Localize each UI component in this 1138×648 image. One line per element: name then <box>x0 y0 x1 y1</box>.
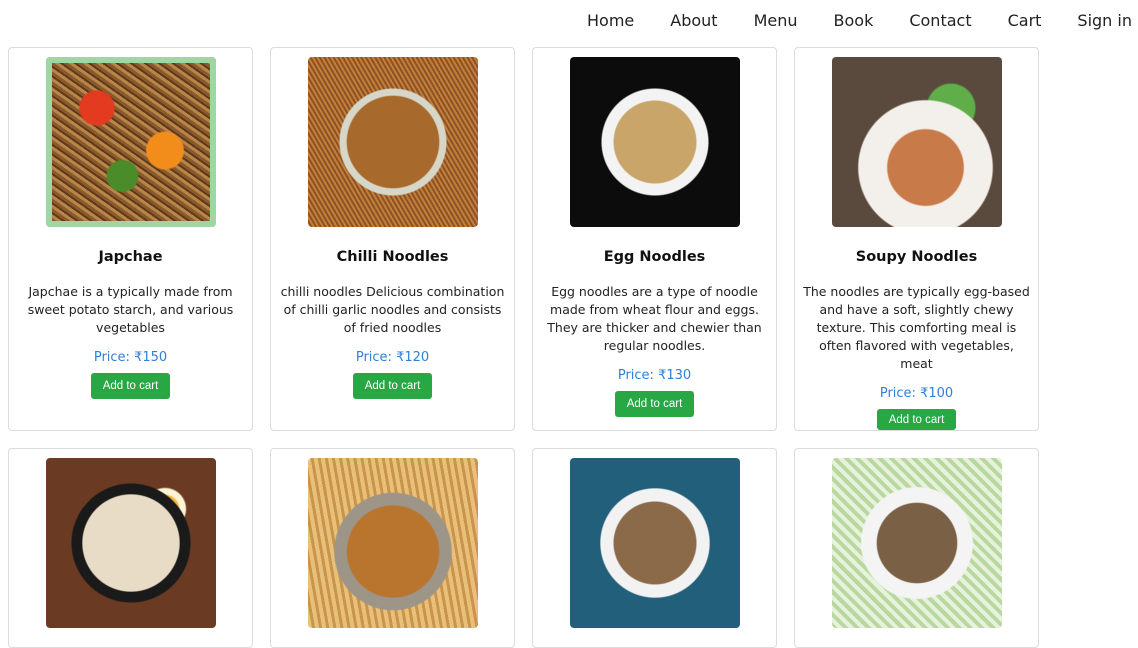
add-to-cart-button[interactable]: Add to cart <box>876 409 957 430</box>
nav-home-link[interactable]: Home <box>569 0 652 42</box>
product-description: Egg noodles are a type of noodle made fr… <box>547 284 762 353</box>
product-card <box>794 448 1039 648</box>
product-price: Price: ₹130 <box>617 368 692 383</box>
product-image-soupy-noodles <box>831 57 1002 227</box>
add-to-cart-button[interactable]: Add to cart <box>352 373 433 399</box>
product-description: Japchae is a typically made from sweet p… <box>27 284 234 335</box>
product-card-chilli-noodles: Chilli Noodles chilli noodles Delicious … <box>270 47 515 431</box>
product-card <box>8 448 253 648</box>
nav-cart-link[interactable]: Cart <box>990 0 1060 42</box>
product-title: Japchae <box>98 249 163 265</box>
product-image <box>831 458 1002 628</box>
product-image <box>45 458 216 628</box>
product-card-soupy-noodles: Soupy Noodles The noodles are typically … <box>794 47 1039 431</box>
add-to-cart-button[interactable]: Add to cart <box>614 391 695 417</box>
product-price: Price: ₹100 <box>879 386 954 401</box>
nav-signin-link[interactable]: Sign in <box>1059 0 1138 42</box>
product-image <box>307 458 478 628</box>
product-description: The noodles are typically egg-based and … <box>803 284 1030 371</box>
product-title: Chilli Noodles <box>336 249 449 265</box>
nav-menu-link[interactable]: Menu <box>736 0 816 42</box>
product-grid: Japchae Japchae is a typically made from… <box>8 47 1039 648</box>
product-image-japchae <box>45 57 216 227</box>
product-description: chilli noodles Delicious combination of … <box>280 284 505 335</box>
nav-about-link[interactable]: About <box>652 0 735 42</box>
top-nav: Home About Menu Book Contact Cart Sign i… <box>569 0 1138 42</box>
nav-contact-link[interactable]: Contact <box>891 0 989 42</box>
product-card-japchae: Japchae Japchae is a typically made from… <box>8 47 253 431</box>
product-image <box>569 458 740 628</box>
add-to-cart-button[interactable]: Add to cart <box>90 373 171 399</box>
nav-book-link[interactable]: Book <box>816 0 892 42</box>
product-image-chilli-noodles <box>307 57 478 227</box>
product-price: Price: ₹150 <box>93 350 168 365</box>
product-card-egg-noodles: Egg Noodles Egg noodles are a type of no… <box>532 47 777 431</box>
product-card <box>532 448 777 648</box>
product-price: Price: ₹120 <box>355 350 430 365</box>
product-title: Soupy Noodles <box>855 249 978 265</box>
product-title: Egg Noodles <box>603 249 706 265</box>
product-card <box>270 448 515 648</box>
product-image-egg-noodles <box>569 57 740 227</box>
